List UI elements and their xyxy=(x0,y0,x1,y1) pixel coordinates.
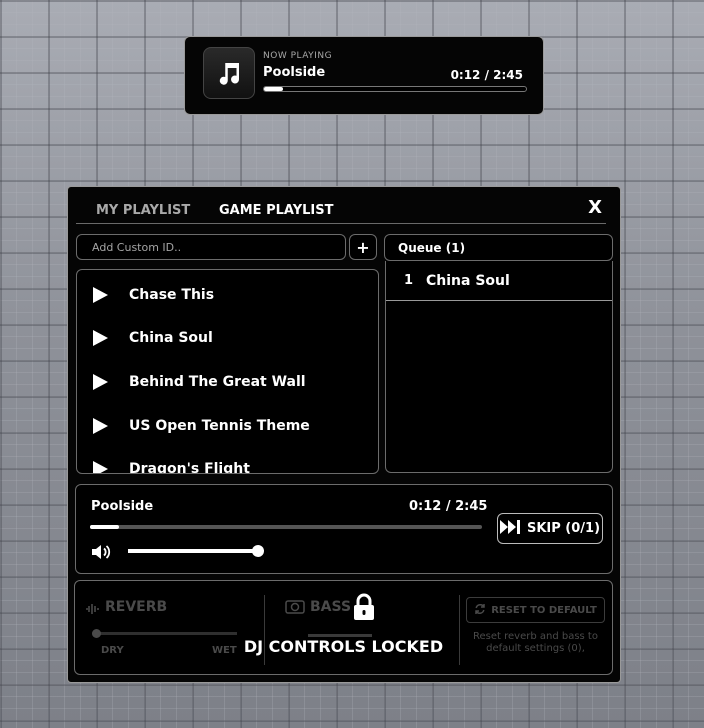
queue-item[interactable]: 1 China Soul xyxy=(386,261,612,301)
reverb-icon xyxy=(85,601,103,620)
close-button[interactable]: X xyxy=(588,197,602,218)
tab-game-playlist[interactable]: GAME PLAYLIST xyxy=(219,203,333,218)
volume-slider-knob[interactable] xyxy=(252,545,264,557)
song-title: Behind The Great Wall xyxy=(129,374,306,390)
queue-item-number: 1 xyxy=(404,273,414,288)
refresh-icon xyxy=(474,603,486,618)
skip-icon xyxy=(499,519,522,538)
skip-label: SKIP (0/1) xyxy=(526,521,601,536)
queue-header: Queue (1) xyxy=(384,234,613,261)
song-item[interactable]: Behind The Great Wall xyxy=(77,367,378,397)
queue-list: 1 China Soul xyxy=(385,261,613,473)
dj-controls-locked-label: DJ CONTROLS LOCKED xyxy=(243,637,444,656)
now-playing-progress xyxy=(263,86,527,92)
volume-fill xyxy=(128,549,258,553)
song-title: Dragon's Flight xyxy=(129,461,250,474)
song-title: Chase This xyxy=(129,287,215,303)
reset-label: RESET TO DEFAULT xyxy=(491,604,597,616)
playlist-panel: MY PLAYLIST GAME PLAYLIST X + Chase This… xyxy=(67,186,621,683)
song-item[interactable]: US Open Tennis Theme xyxy=(77,411,378,441)
song-item[interactable]: Dragon's Flight xyxy=(77,454,378,474)
play-icon[interactable] xyxy=(93,287,108,303)
volume-icon[interactable] xyxy=(90,543,112,565)
play-icon[interactable] xyxy=(93,374,108,390)
volume-slider[interactable] xyxy=(128,545,264,557)
skip-button[interactable]: SKIP (0/1) xyxy=(497,513,603,544)
tab-divider xyxy=(76,223,606,224)
music-note-icon xyxy=(203,47,255,99)
now-playing-time: 0:12 / 2:45 xyxy=(450,68,523,82)
lock-icon xyxy=(352,593,376,625)
song-title: US Open Tennis Theme xyxy=(129,418,310,434)
reverb-label: REVERB xyxy=(105,599,168,615)
player-track-title: Poolside xyxy=(91,499,154,514)
song-item[interactable]: China Soul xyxy=(77,323,378,353)
song-item[interactable]: Chase This xyxy=(77,280,378,310)
now-playing-widget: NOW PLAYING Poolside 0:12 / 2:45 xyxy=(184,36,544,115)
bass-label: BASS xyxy=(310,599,352,615)
reverb-slider xyxy=(97,632,237,635)
song-title: China Soul xyxy=(129,330,213,346)
player-progress-bar[interactable] xyxy=(90,525,482,529)
add-custom-id-button[interactable]: + xyxy=(349,234,377,260)
play-icon[interactable] xyxy=(93,330,108,346)
play-icon[interactable] xyxy=(93,418,108,434)
tab-my-playlist[interactable]: MY PLAYLIST xyxy=(96,203,190,218)
song-list[interactable]: Chase This China Soul Behind The Great W… xyxy=(76,269,379,474)
player-controls: Poolside 0:12 / 2:45 SKIP (0/1) xyxy=(75,484,613,574)
player-time: 0:12 / 2:45 xyxy=(409,499,488,514)
now-playing-progress-fill xyxy=(264,87,284,91)
dj-controls: REVERB DRY WET BASS RESET TO DEFAULT Res… xyxy=(74,580,613,675)
queue-item-title: China Soul xyxy=(426,272,510,289)
player-progress-fill xyxy=(90,525,119,529)
speaker-icon xyxy=(285,599,305,618)
play-icon[interactable] xyxy=(93,461,108,473)
now-playing-title: Poolside xyxy=(263,65,326,80)
now-playing-label: NOW PLAYING xyxy=(263,51,333,61)
reset-to-default-button: RESET TO DEFAULT xyxy=(466,597,605,623)
custom-id-input[interactable] xyxy=(76,234,346,260)
